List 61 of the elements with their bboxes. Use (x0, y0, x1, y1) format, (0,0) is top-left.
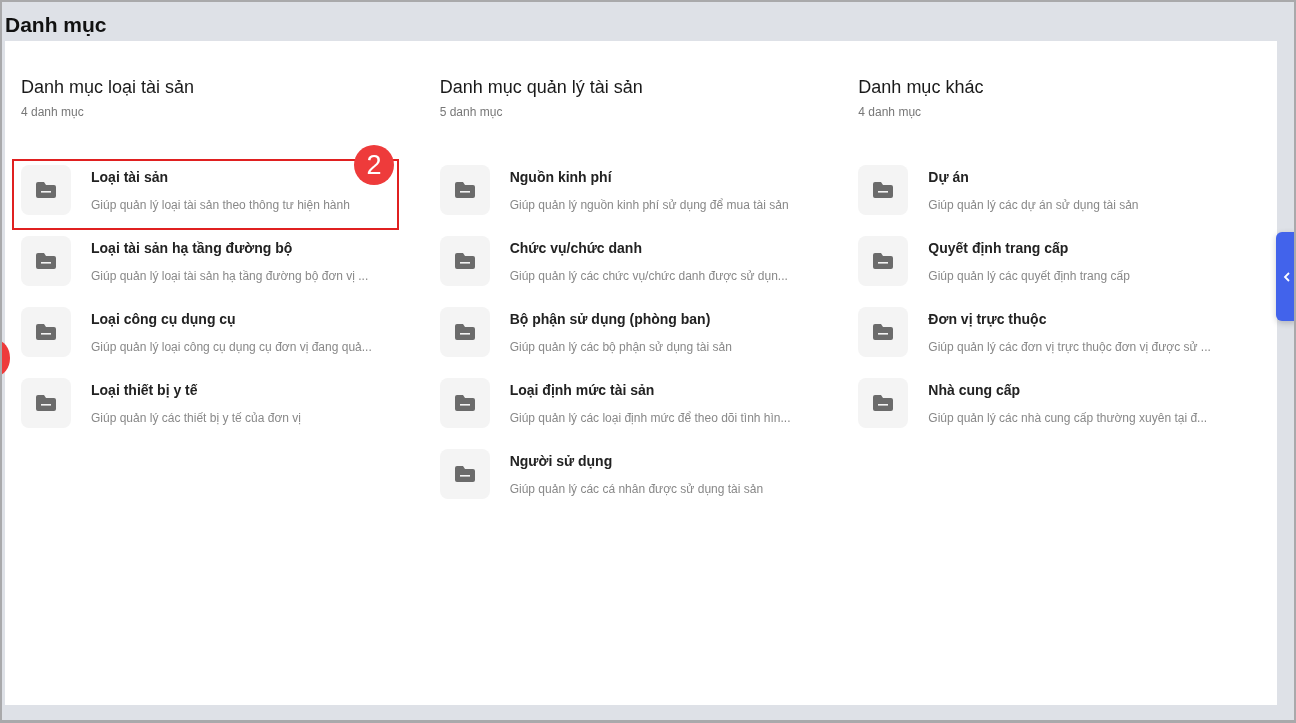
category-item[interactable]: Bộ phận sử dụng (phòng ban) Giúp quản lý các bộ phận sử dụng tài sản (430, 301, 818, 372)
group-count: 4 danh mục (21, 105, 85, 119)
category-item[interactable]: Dự án Giúp quản lý các dự án sử dụng tài sản (849, 159, 1237, 230)
collapse-panel-button[interactable] (1276, 232, 1294, 321)
folder-icon (439, 448, 490, 499)
folder-icon (858, 235, 909, 286)
item-title: Nguồn kinh phí (509, 169, 613, 185)
category-item[interactable]: Người sử dụng Giúp quản lý các cá nhân được sử dụng tài sản (430, 443, 818, 514)
item-title: Quyết định trang cấp (928, 240, 1070, 256)
folder-icon (858, 306, 909, 357)
item-title: Dự án (928, 169, 970, 185)
item-title: Bộ phận sử dụng (phòng ban) (509, 311, 712, 327)
group-title: Danh mục loại tài sản (21, 77, 196, 99)
category-item[interactable]: Chức vụ/chức danh Giúp quản lý các chức vụ/chức danh được sử dụn... (430, 230, 818, 301)
item-description: Giúp quản lý các đơn vị trực thuộc đơn vị được sử ... (928, 340, 1211, 354)
category-item[interactable]: Quyết định trang cấp Giúp quản lý các quyết định trang cấp (849, 230, 1237, 301)
item-title: Loại thiết bị y tế (91, 382, 199, 398)
item-description: Giúp quản lý các chức vụ/chức danh được sử dụn... (509, 269, 788, 283)
group-count: 4 danh mục (858, 105, 923, 119)
chevron-left-icon (1283, 271, 1291, 282)
item-description: Giúp quản lý loại tài sản theo thông tư hiện hành (91, 198, 350, 212)
item-title: Chức vụ/chức danh (509, 240, 643, 256)
folder-icon (439, 377, 490, 428)
item-title: Người sử dụng (509, 453, 614, 469)
group-count: 5 danh mục (439, 105, 504, 119)
folder-icon (21, 377, 71, 428)
step-badge: 2 (354, 145, 394, 185)
item-description: Giúp quản lý nguồn kinh phí sử dụng để mua tài sản (509, 198, 789, 212)
item-title: Loại tài sản (91, 169, 170, 185)
item-description: Giúp quản lý các bộ phận sử dụng tài sản (509, 340, 732, 354)
item-description: Giúp quản lý loại công cụ dụng cụ đơn vị đang quả... (91, 340, 372, 354)
category-item[interactable]: Loại thiết bị y tế Giúp quản lý các thiết bị y tế của đơn vị (12, 372, 399, 443)
item-title: Loại công cụ dụng cụ (91, 311, 237, 327)
item-description: Giúp quản lý các loại định mức để theo dõi tình hìn... (509, 411, 791, 425)
page-title: Danh mục (4, 12, 108, 38)
item-description: Giúp quản lý các quyết định trang cấp (928, 269, 1130, 283)
category-item[interactable]: Loại định mức tài sản Giúp quản lý các loại định mức để theo dõi tình hìn... (430, 372, 818, 443)
category-item[interactable]: Loại công cụ dụng cụ Giúp quản lý loại công cụ dụng cụ đơn vị đang quả... (12, 301, 399, 372)
item-title: Loại định mức tài sản (509, 382, 656, 398)
group-title: Danh mục quản lý tài sản (439, 77, 644, 99)
category-item[interactable]: Đơn vị trực thuộc Giúp quản lý các đơn vị trực thuộc đơn vị được sử ... (849, 301, 1237, 372)
folder-icon (858, 377, 909, 428)
item-title: Nhà cung cấp (928, 382, 1022, 398)
folder-icon (21, 235, 71, 286)
folder-icon (21, 306, 71, 357)
item-description: Giúp quản lý các nhà cung cấp thường xuyên tại đ... (928, 411, 1208, 425)
item-description: Giúp quản lý các thiết bị y tế của đơn vị (91, 411, 301, 425)
folder-icon (858, 164, 909, 215)
group-title: Danh mục khác (858, 77, 985, 99)
category-item[interactable]: Nguồn kinh phí Giúp quản lý nguồn kinh phí sử dụng để mua tài sản (430, 159, 818, 230)
item-description: Giúp quản lý các cá nhân được sử dụng tài sản (509, 482, 764, 496)
item-title: Loại tài sản hạ tầng đường bộ (91, 240, 294, 256)
folder-icon (439, 306, 490, 357)
folder-icon (21, 164, 71, 215)
folder-icon (439, 164, 490, 215)
category-item[interactable]: Nhà cung cấp Giúp quản lý các nhà cung cấp thường xuyên tại đ... (849, 372, 1237, 443)
folder-icon (439, 235, 490, 286)
item-description: Giúp quản lý các dự án sử dụng tài sản (928, 198, 1139, 212)
item-title: Đơn vị trực thuộc (928, 311, 1048, 327)
item-description: Giúp quản lý loại tài sản hạ tầng đường bộ đơn vị ... (91, 269, 369, 283)
category-item[interactable]: Loại tài sản hạ tầng đường bộ Giúp quản lý loại tài sản hạ tầng đường bộ đơn vị ... (12, 230, 399, 301)
